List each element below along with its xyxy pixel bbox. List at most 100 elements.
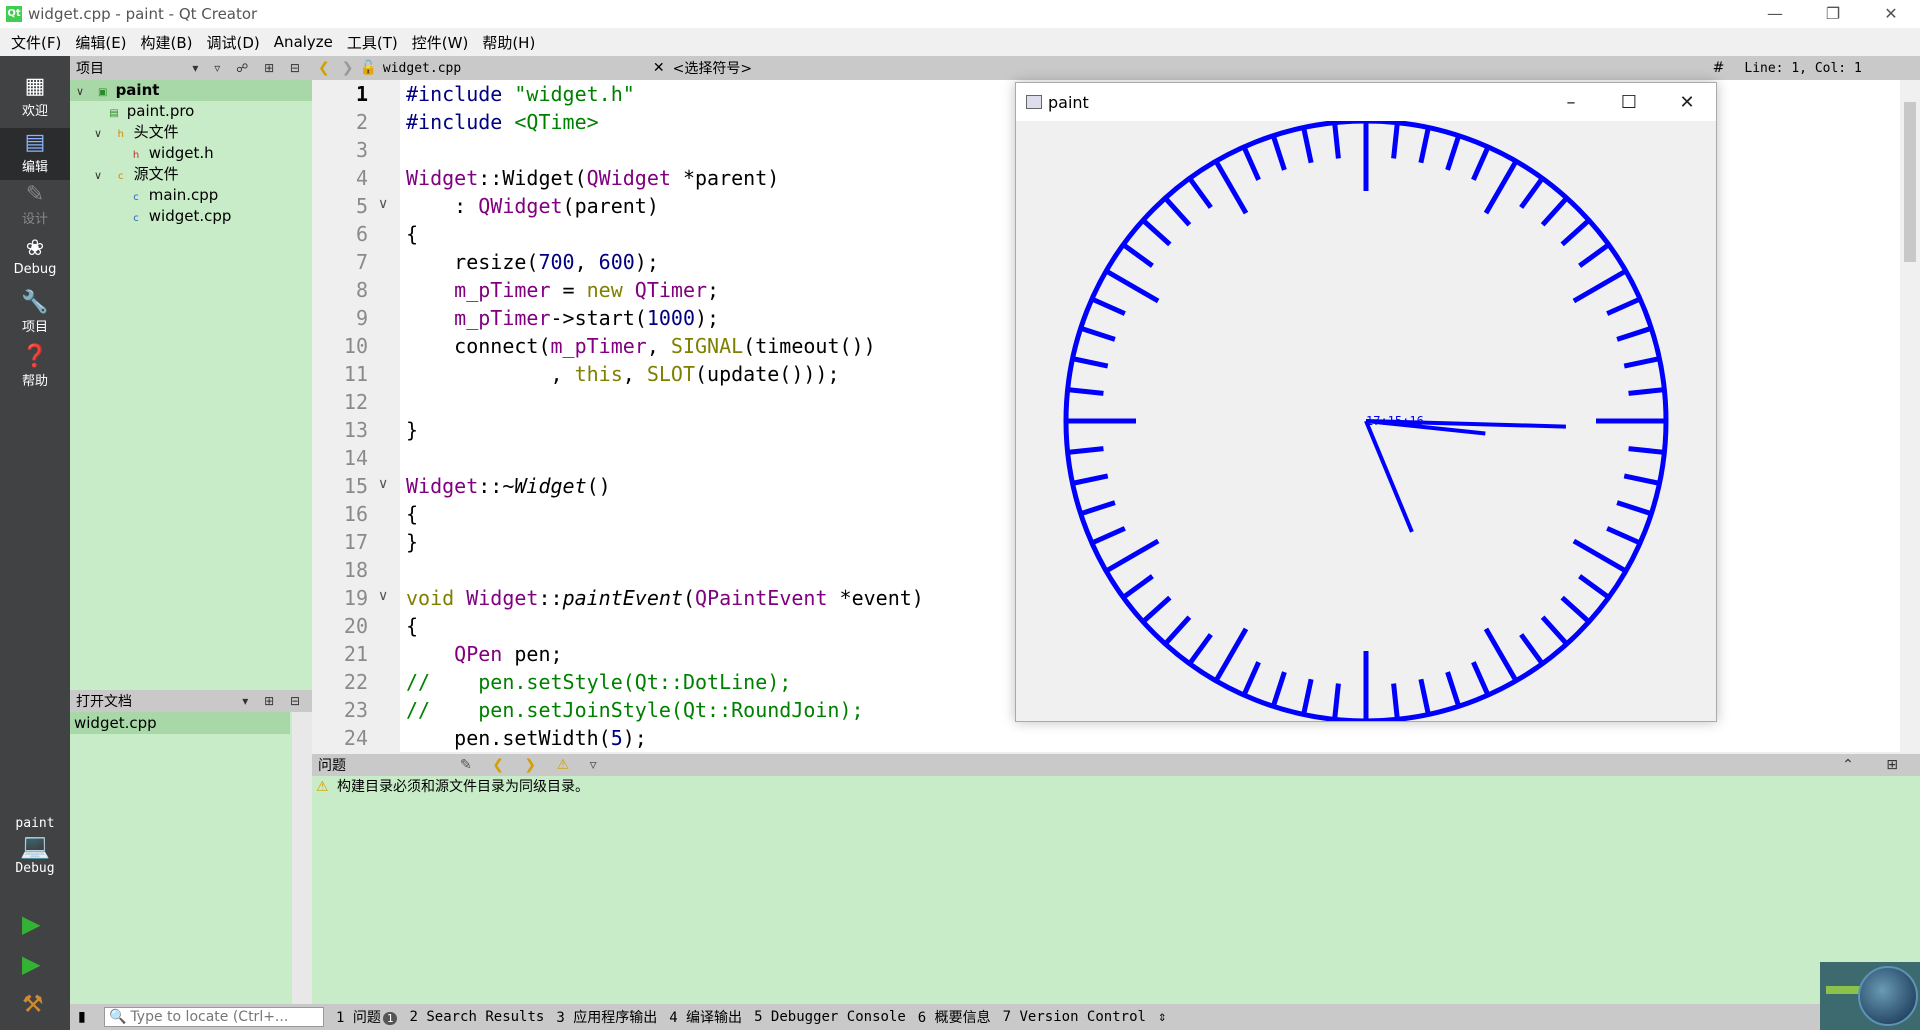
tree-item-main-cpp[interactable]: c main.cpp [128, 185, 218, 206]
clock-tick [1270, 134, 1287, 171]
paint-close-button[interactable]: ✕ [1658, 92, 1716, 113]
mode-debug-label: Debug [13, 262, 57, 277]
menu-controls[interactable]: 控件(W) [405, 32, 476, 53]
output-tab-compile[interactable]: 4 编译输出 [669, 1007, 742, 1027]
debug-run-button[interactable]: ▶ [22, 950, 40, 978]
line-number: 15 [343, 474, 368, 498]
line-number: 3 [355, 138, 368, 162]
menu-bar: 文件(F) 编辑(E) 构建(B) 调试(D) Analyze 工具(T) 控件… [0, 28, 1920, 56]
clock-tick [1540, 615, 1569, 646]
clock-tick [1104, 538, 1160, 574]
fold-chevron-icon[interactable]: ∨ [378, 196, 388, 212]
source-folder-icon: c [118, 171, 124, 182]
scrollbar-thumb[interactable] [1904, 102, 1916, 262]
fold-chevron-icon[interactable]: ∨ [378, 588, 388, 604]
paint-window-title: paint [1048, 92, 1089, 112]
tree-item-pro[interactable]: ▤ paint.pro [106, 101, 194, 122]
search-icon: 🔍 [109, 1009, 127, 1025]
locator-input[interactable]: 🔍 Type to locate (Ctrl+... [104, 1007, 324, 1027]
kit-selector[interactable]: paint 💻 Debug [0, 816, 70, 876]
output-tab-vcs[interactable]: 7 Version Control [1003, 1009, 1146, 1025]
menu-edit[interactable]: 编辑(E) [68, 32, 133, 53]
output-tab-issues[interactable]: 1 问题 1 [336, 1007, 398, 1027]
toggle-sidebar-icon[interactable]: ▮ [78, 1009, 86, 1025]
line-number: 11 [343, 362, 368, 386]
line-number: 8 [355, 278, 368, 302]
chevron-down-icon[interactable]: ∨ [94, 165, 108, 186]
output-tab-general[interactable]: 6 概要信息 [918, 1007, 991, 1027]
clock-tick [1301, 678, 1314, 715]
build-hammer-icon[interactable]: ⚒ [22, 990, 44, 1018]
clock-tick [1628, 387, 1665, 396]
window-title: widget.cpp - paint - Qt Creator [28, 5, 258, 23]
tree-item-paint[interactable]: ∨ ▣ paint [70, 80, 312, 101]
mode-help[interactable]: ❓ 帮助 [0, 344, 70, 394]
tree-item-sources[interactable]: ∨ c 源文件 [94, 164, 179, 185]
chevron-down-icon[interactable]: ∨ [76, 81, 90, 102]
tree-item-widget-h[interactable]: h widget.h [128, 143, 214, 164]
symbol-selector[interactable]: <选择符号> [673, 58, 1713, 78]
issue-row[interactable]: ⚠ 构建目录必须和源文件目录为同级目录。 [312, 776, 1920, 798]
forward-arrow-icon[interactable]: ❯ [342, 60, 354, 76]
clock-tick [1213, 627, 1249, 683]
pane-tool-icons[interactable]: ▾ ⊞ ⊟ [242, 694, 306, 708]
mode-edit[interactable]: ▤ 编辑 [0, 128, 70, 180]
close-button[interactable]: ✕ [1862, 0, 1920, 28]
menu-build[interactable]: 构建(B) [134, 32, 200, 53]
back-arrow-icon[interactable]: ❮ [318, 60, 330, 76]
clock-tick [1067, 446, 1104, 455]
output-tab-debugger[interactable]: 5 Debugger Console [754, 1009, 906, 1025]
output-tab-search[interactable]: 2 Search Results [409, 1009, 544, 1025]
maximize-button[interactable]: ❐ [1804, 0, 1862, 28]
menu-tools[interactable]: 工具(T) [340, 32, 405, 53]
window-controls: — ❐ ✕ [1746, 0, 1920, 28]
minimize-button[interactable]: — [1746, 0, 1804, 28]
run-button[interactable]: ▶ [22, 910, 40, 938]
fold-chevron-icon[interactable]: ∨ [378, 476, 388, 492]
clock-tick [1187, 176, 1213, 209]
projects-pane-title: 项目 [76, 61, 104, 77]
output-tab-app-output[interactable]: 3 应用程序输出 [556, 1007, 657, 1027]
code-line-4: Widget::Widget(QWidget *parent) [406, 166, 780, 190]
code-line-17: } [406, 530, 419, 554]
tab-label: 1 问题 [336, 1010, 381, 1026]
mode-debug[interactable]: ❀ Debug [0, 236, 70, 286]
tree-item-widget-cpp[interactable]: c widget.cpp [128, 206, 231, 227]
clock-tick [1418, 127, 1431, 164]
clock-tick [1079, 500, 1116, 517]
open-document-item[interactable]: widget.cpp [70, 712, 290, 734]
issues-pane-controls[interactable]: ⌃ ⊞ [1842, 757, 1912, 773]
tree-item-label: 源文件 [133, 165, 179, 183]
paint-minimize-button[interactable]: – [1542, 92, 1600, 113]
tree-item-label: widget.h [148, 144, 214, 162]
line-number: 12 [343, 390, 368, 414]
chevron-down-icon[interactable]: ∨ [94, 123, 108, 144]
clock-tick [1445, 134, 1462, 171]
menu-analyze[interactable]: Analyze [267, 33, 340, 51]
tree-item-headers[interactable]: ∨ h 头文件 [94, 122, 179, 143]
output-tabs-toggle[interactable]: ⇕ [1158, 1009, 1166, 1025]
clock-tick [1471, 145, 1491, 181]
editor-scrollbar[interactable] [1900, 80, 1920, 752]
mode-design[interactable]: ✎ 设计 [0, 182, 70, 232]
close-document-icon[interactable]: ✕ [653, 60, 665, 76]
clock-tick [1616, 500, 1653, 517]
document-selector[interactable]: widget.cpp [383, 61, 653, 76]
mode-projects[interactable]: 🔧 项目 [0, 290, 70, 340]
code-line-5: : QWidget(parent) [406, 194, 659, 218]
line-number: 20 [343, 614, 368, 638]
clock-tick [1072, 356, 1109, 369]
pane-tool-icons[interactable]: ▾ ▿ ☍ ⊞ ⊟ [192, 61, 306, 75]
code-line-13: } [406, 418, 419, 442]
status-bar: ▮ 🔍 Type to locate (Ctrl+... 1 问题 1 2 Sea… [70, 1004, 1920, 1030]
scrollbar[interactable] [292, 712, 312, 1004]
line-number: 6 [355, 222, 368, 246]
paint-maximize-button[interactable]: ☐ [1600, 92, 1658, 113]
menu-debug[interactable]: 调试(D) [200, 32, 267, 53]
mode-welcome[interactable]: ▦ 欢迎 [0, 74, 70, 124]
clock-tick [1418, 678, 1431, 715]
menu-help[interactable]: 帮助(H) [475, 32, 542, 53]
menu-file[interactable]: 文件(F) [4, 32, 68, 53]
clock-tick [1072, 473, 1109, 486]
issues-tool-icons[interactable]: ✎ ❮ ❯ ⚠ ▿ [460, 757, 605, 773]
